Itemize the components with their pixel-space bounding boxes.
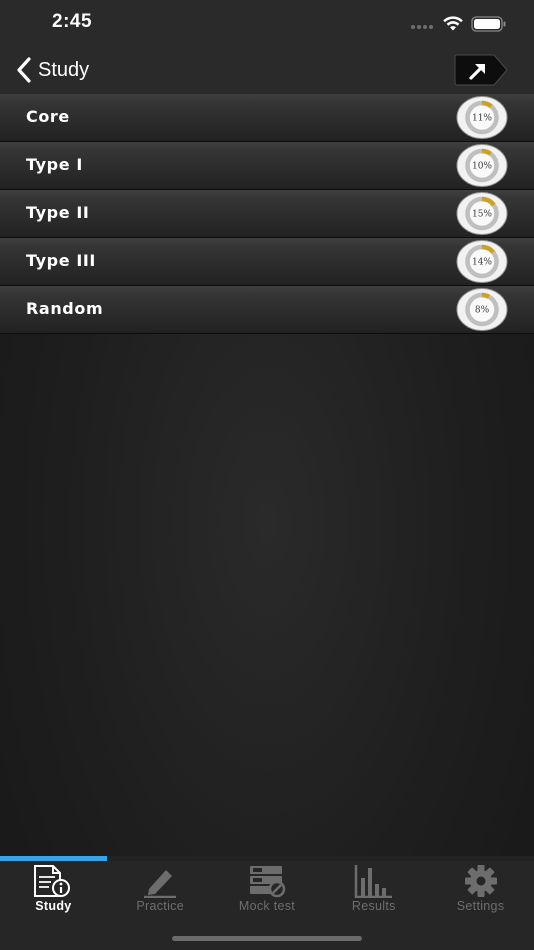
tab-mock-test[interactable]: Mock test — [214, 861, 321, 917]
pencil-icon — [144, 870, 177, 898]
progress-percent-label: 14% — [472, 258, 492, 268]
list-item-label: Type I — [26, 155, 83, 174]
tab-results[interactable]: Results — [320, 861, 427, 917]
battery-icon — [471, 16, 506, 32]
list-item-random[interactable]: Random 8% — [0, 286, 534, 334]
tab-label: Mock test — [238, 899, 296, 913]
progress-percent-label: 11% — [472, 114, 492, 124]
list-item-type-iii[interactable]: Type III 14% — [0, 238, 534, 286]
list-item-core[interactable]: Core 11% — [0, 94, 534, 142]
progress-ring: 15% — [456, 192, 508, 235]
progress-ring: 10% — [456, 144, 508, 187]
progress-ring: 8% — [456, 288, 508, 331]
tab-label: Practice — [136, 899, 184, 913]
list-item-label: Type III — [26, 251, 96, 270]
progress-percent-label: 8% — [475, 306, 490, 316]
progress-ring: 11% — [456, 96, 508, 139]
share-button[interactable] — [454, 54, 508, 86]
list-item-type-i[interactable]: Type I 10% — [0, 142, 534, 190]
navigation-bar: Study — [0, 46, 534, 94]
list-item-type-ii[interactable]: Type II 15% — [0, 190, 534, 238]
progress-percent-label: 15% — [472, 210, 492, 220]
bar-chart-icon — [354, 865, 392, 898]
gear-icon — [464, 865, 497, 897]
tab-practice[interactable]: Practice — [107, 861, 214, 917]
study-list: Core 11% Type I 10% Type II 15% Type III… — [0, 94, 534, 334]
document-info-icon — [34, 865, 71, 897]
home-indicator — [172, 936, 362, 941]
mock-test-icon — [249, 866, 286, 898]
tab-label: Settings — [456, 899, 505, 913]
tab-label: Results — [351, 899, 396, 913]
wifi-icon — [443, 16, 463, 31]
chevron-left-icon — [17, 57, 31, 83]
back-button-label: Study — [38, 58, 90, 81]
tab-settings[interactable]: Settings — [427, 861, 534, 917]
cellular-signal-icon — [411, 25, 433, 29]
back-button[interactable]: Study — [14, 54, 89, 86]
progress-ring: 14% — [456, 240, 508, 283]
status-time: 2:45 — [52, 11, 93, 32]
list-item-label: Random — [26, 299, 104, 318]
tab-label: Study — [35, 899, 72, 913]
progress-percent-label: 10% — [472, 162, 492, 172]
list-item-label: Core — [26, 107, 70, 126]
status-bar: 2:45 — [0, 0, 534, 46]
list-item-label: Type II — [26, 203, 90, 222]
tab-study[interactable]: Study — [0, 861, 107, 917]
